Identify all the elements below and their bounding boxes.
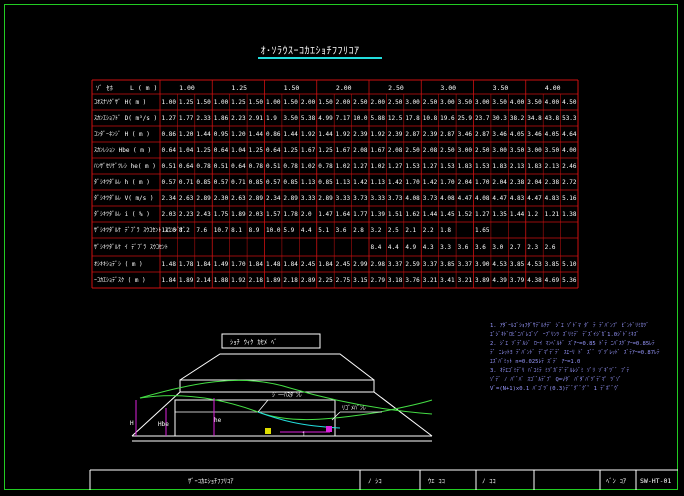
titleblock-field: ﾉ ｺｺ: [482, 477, 496, 485]
title-block: ｻﾞｰｺｶｴｼｮﾁﾌﾌﾘｺｱ ﾉ ｼｺ ｳｴ ｺｺ ﾉ ｺｺ ﾍﾞﾝ ｺｱ SW…: [89, 469, 678, 490]
titleblock-field: ﾍﾞﾝ ｺｱ: [606, 477, 627, 485]
titleblock-field: ﾉ ｼｺ: [368, 477, 382, 485]
titleblock-drawing-name: ｻﾞｰｺｶｴｼｮﾁﾌﾌﾘｺｱ: [188, 477, 234, 485]
titleblock-drawing-number: SW-HT-01: [640, 477, 671, 485]
titleblock-field: ｳｴ ｺｺ: [428, 477, 445, 485]
